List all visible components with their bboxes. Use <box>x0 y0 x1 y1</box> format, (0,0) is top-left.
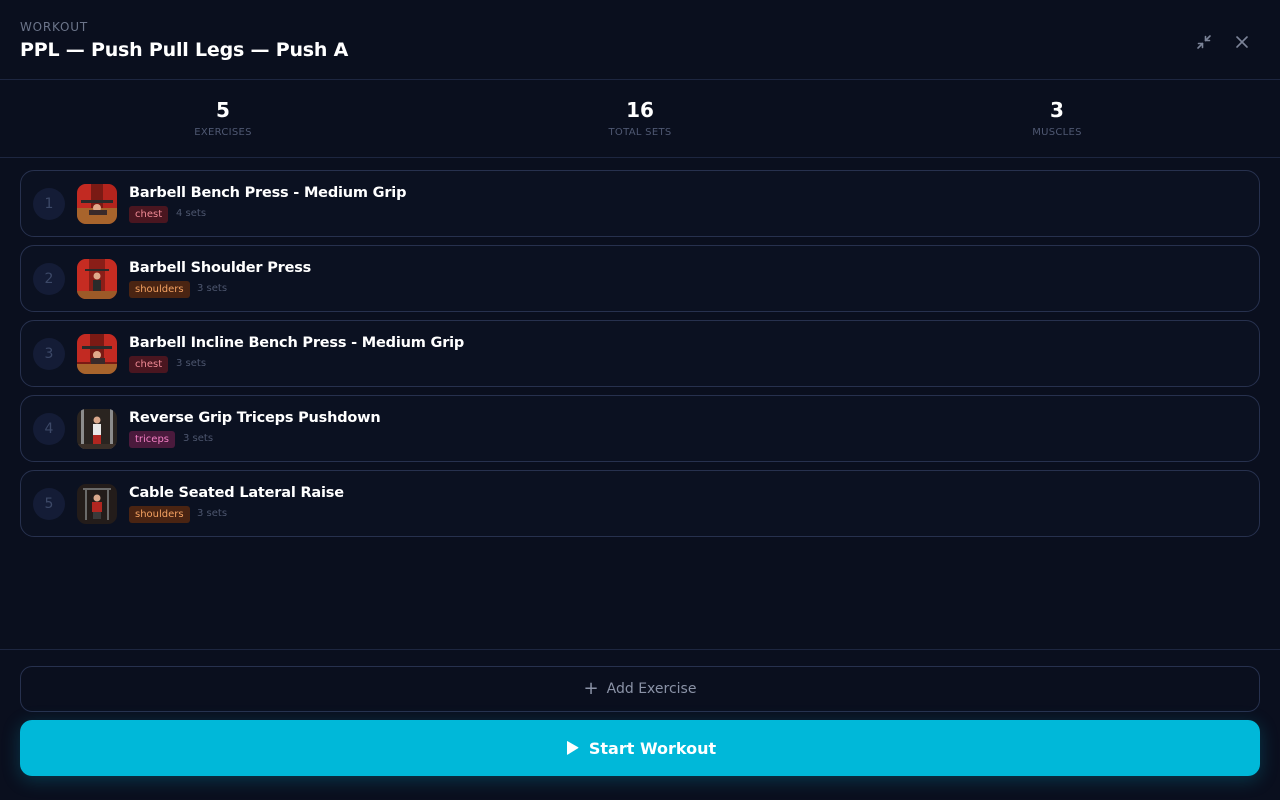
workout-modal: WORKOUT PPL — Push Pull Legs — Push A 5 … <box>0 0 1280 800</box>
close-button[interactable] <box>1230 30 1254 54</box>
minimize-button[interactable] <box>1192 30 1216 54</box>
stat-label: MUSCLES <box>1032 127 1082 138</box>
plus-icon: + <box>583 678 599 699</box>
start-workout-button[interactable]: Start Workout <box>20 720 1260 776</box>
exercise-name: Barbell Shoulder Press <box>129 260 312 276</box>
exercise-index: 4 <box>33 413 65 445</box>
muscle-tag: chest <box>129 206 169 223</box>
exercise-card[interactable]: 1 Barbell Bench Press - Medium Grip ches… <box>20 170 1260 237</box>
stat-value: 16 <box>626 98 654 122</box>
add-exercise-label: Add Exercise <box>606 681 697 697</box>
muscle-tag: triceps <box>129 431 176 448</box>
incline-press-photo-icon <box>77 334 117 374</box>
close-icon <box>1236 36 1248 48</box>
exercise-card[interactable]: 5 Cable Seated Lateral Raise shoulders 3… <box>20 470 1260 537</box>
exercise-card[interactable]: 2 Barbell Shoulder Press shoulders 3 set… <box>20 245 1260 312</box>
stat-label: EXERCISES <box>194 127 252 138</box>
exercise-index: 5 <box>33 488 65 520</box>
sets-count: 3 sets <box>197 508 228 519</box>
triceps-pushdown-photo-icon <box>77 409 117 449</box>
add-exercise-button[interactable]: + Add Exercise <box>20 666 1260 712</box>
muscle-tag: shoulders <box>129 281 190 298</box>
header: WORKOUT PPL — Push Pull Legs — Push A <box>0 0 1280 80</box>
muscle-tag: shoulders <box>129 506 190 523</box>
exercise-list: 1 Barbell Bench Press - Medium Grip ches… <box>20 170 1260 545</box>
sets-count: 3 sets <box>197 283 228 294</box>
shoulder-press-photo-icon <box>77 259 117 299</box>
exercise-card[interactable]: 4 Reverse Grip Triceps Pushdown triceps … <box>20 395 1260 462</box>
exercise-index: 1 <box>33 188 65 220</box>
section-eyebrow: WORKOUT <box>20 20 89 34</box>
stat-value: 3 <box>1050 98 1064 122</box>
sets-count: 3 sets <box>183 433 214 444</box>
workout-title: PPL — Push Pull Legs — Push A <box>20 39 349 61</box>
sets-count: 3 sets <box>176 358 207 369</box>
footer-divider <box>0 649 1280 650</box>
stat-label: TOTAL SETS <box>608 127 672 138</box>
stat-total-sets: 16 TOTAL SETS <box>540 98 740 138</box>
minimize-icon <box>1197 35 1211 49</box>
start-workout-label: Start Workout <box>588 738 717 758</box>
exercise-name: Cable Seated Lateral Raise <box>129 485 344 501</box>
muscle-tag: chest <box>129 356 169 373</box>
exercise-name: Barbell Bench Press - Medium Grip <box>129 185 407 201</box>
exercise-name: Barbell Incline Bench Press - Medium Gri… <box>129 335 465 351</box>
workout-stats: 5 EXERCISES 16 TOTAL SETS 3 MUSCLES <box>0 80 1280 158</box>
stat-muscles: 3 MUSCLES <box>957 98 1157 138</box>
exercise-card[interactable]: 3 Barbell Incline Bench Press - Medium G… <box>20 320 1260 387</box>
sets-count: 4 sets <box>176 208 207 219</box>
exercise-index: 2 <box>33 263 65 295</box>
play-icon <box>566 741 579 755</box>
stat-exercises: 5 EXERCISES <box>123 98 323 138</box>
exercise-index: 3 <box>33 338 65 370</box>
lateral-raise-photo-icon <box>77 484 117 524</box>
stat-value: 5 <box>216 98 230 122</box>
bench-press-photo-icon <box>77 184 117 224</box>
exercise-name: Reverse Grip Triceps Pushdown <box>129 410 381 426</box>
